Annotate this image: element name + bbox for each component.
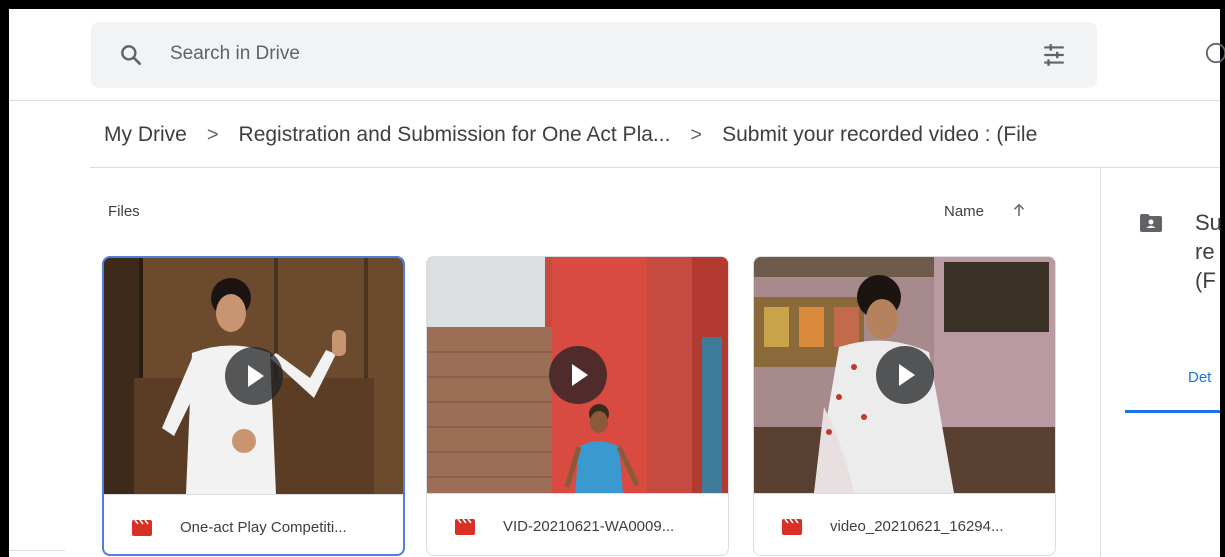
shared-folder-icon bbox=[1140, 214, 1162, 232]
header-divider bbox=[9, 100, 1220, 101]
sort-arrow-up-icon[interactable] bbox=[1010, 201, 1028, 219]
file-name: One-act Play Competiti... bbox=[180, 519, 347, 536]
chevron-right-icon: > bbox=[206, 123, 219, 146]
breadcrumb-my-drive[interactable]: My Drive bbox=[104, 123, 187, 147]
file-name: VID-20210621-WA0009... bbox=[503, 518, 675, 535]
details-panel-divider bbox=[1100, 168, 1101, 557]
file-name: video_20210621_16294... bbox=[830, 518, 1004, 535]
tab-active-indicator bbox=[1125, 410, 1220, 413]
file-card[interactable]: One-act Play Competiti... bbox=[102, 256, 405, 556]
tab-details[interactable]: Det bbox=[1188, 369, 1211, 386]
file-card-footer: VID-20210621-WA0009... bbox=[427, 493, 728, 555]
play-icon[interactable] bbox=[548, 346, 607, 404]
video-thumbnail[interactable] bbox=[754, 257, 1055, 493]
search-bar[interactable]: Search in Drive bbox=[91, 22, 1097, 88]
video-thumbnail[interactable] bbox=[104, 258, 403, 494]
details-panel-title: Su re (F bbox=[1195, 208, 1225, 295]
file-card-footer: video_20210621_16294... bbox=[754, 493, 1055, 555]
breadcrumb-current-folder[interactable]: Submit your recorded video : (File bbox=[722, 123, 1037, 147]
video-file-icon bbox=[782, 519, 802, 535]
sidebar-divider bbox=[9, 550, 65, 551]
breadcrumb: My Drive > Registration and Submission f… bbox=[104, 120, 1037, 150]
file-card-footer: One-act Play Competiti... bbox=[104, 494, 403, 554]
search-icon[interactable] bbox=[118, 42, 144, 68]
video-thumbnail[interactable] bbox=[427, 257, 728, 493]
play-icon[interactable] bbox=[224, 347, 283, 405]
breadcrumb-registration-folder[interactable]: Registration and Submission for One Act … bbox=[239, 123, 671, 147]
help-icon[interactable] bbox=[1205, 42, 1225, 64]
file-card[interactable]: VID-20210621-WA0009... bbox=[426, 256, 729, 556]
breadcrumb-divider bbox=[90, 167, 1220, 168]
details-panel-title-line: (F bbox=[1195, 268, 1216, 293]
details-panel-title-line: Su bbox=[1195, 210, 1222, 235]
sort-by-name-button[interactable]: Name bbox=[944, 203, 984, 220]
file-card[interactable]: video_20210621_16294... bbox=[753, 256, 1056, 556]
files-section-label: Files bbox=[108, 203, 140, 220]
details-panel-title-line: re bbox=[1195, 239, 1215, 264]
tune-icon[interactable] bbox=[1041, 42, 1067, 68]
play-icon[interactable] bbox=[875, 346, 934, 404]
chevron-right-icon: > bbox=[690, 123, 703, 146]
search-input[interactable]: Search in Drive bbox=[170, 43, 300, 65]
video-file-icon bbox=[132, 520, 152, 536]
video-file-icon bbox=[455, 519, 475, 535]
